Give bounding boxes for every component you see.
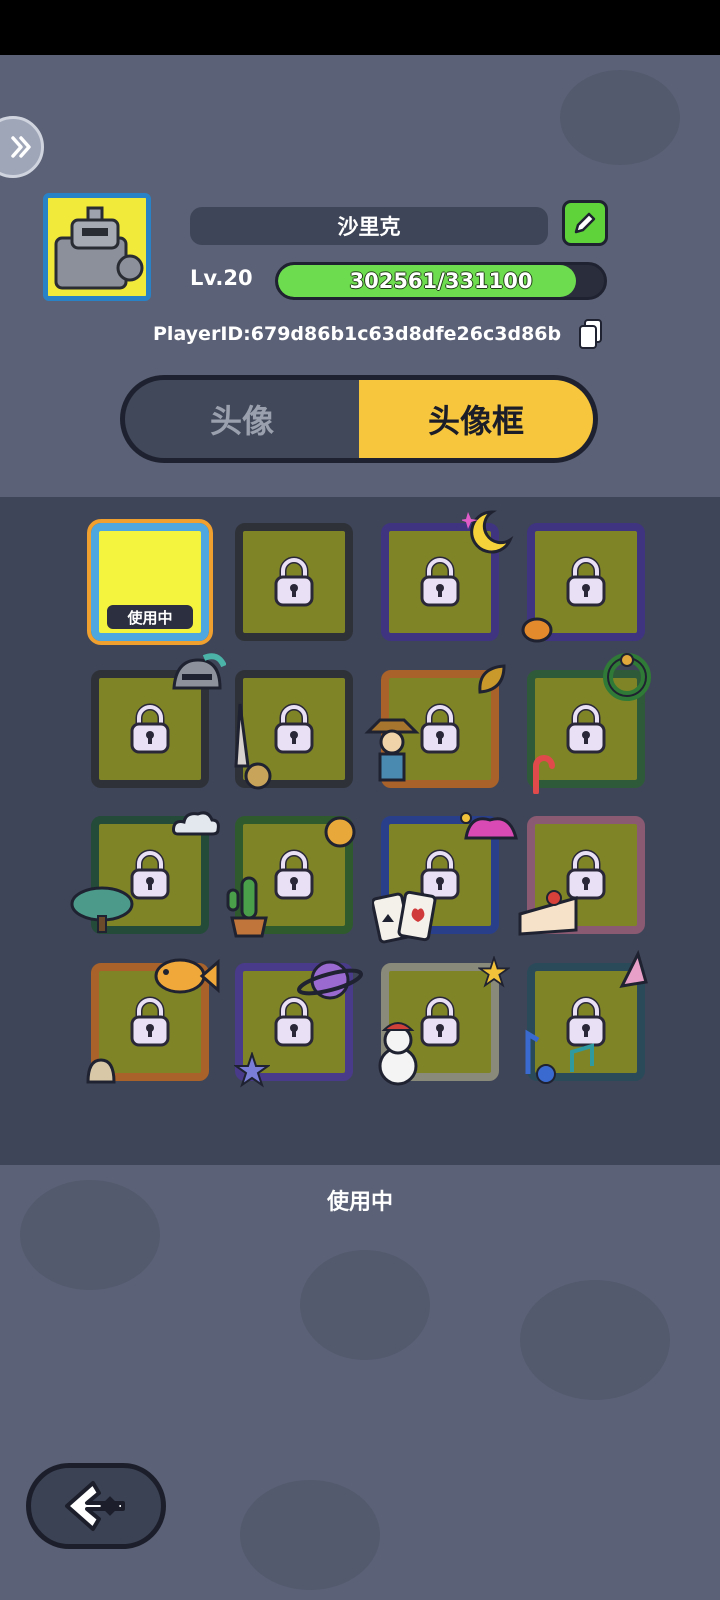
lock-icon [420, 556, 460, 607]
background-decoration [560, 70, 680, 165]
shell-decoration-icon [86, 1058, 116, 1084]
tab-bar: 头像 头像框 [120, 375, 598, 463]
lock-icon [130, 703, 170, 754]
fish-decoration-icon [154, 958, 220, 994]
playing-cards-decoration-icon [372, 890, 437, 944]
star-decoration-icon [234, 1052, 270, 1088]
selection-status-text: 使用中 [326, 1190, 393, 1215]
side-panel-toggle[interactable] [0, 116, 44, 178]
background-decoration [520, 1280, 670, 1400]
double-chevron-icon [11, 136, 31, 158]
party-hat-decoration-icon [619, 950, 648, 988]
lock-icon [566, 703, 606, 754]
frame-default[interactable]: 使用中 [87, 519, 213, 645]
pumpkin-decoration-icon [521, 617, 553, 643]
gold-star-decoration-icon [478, 956, 510, 988]
tab-avatar-frame[interactable]: 头像框 [359, 380, 593, 458]
lock-icon [274, 849, 314, 900]
lock-icon [274, 703, 314, 754]
snowman-decoration-icon [378, 1022, 418, 1086]
wreath-decoration-icon [603, 653, 651, 701]
cloud-decoration-icon [172, 811, 220, 836]
scarecrow-decoration-icon [364, 718, 420, 782]
status-bar [0, 0, 720, 55]
cake-decoration-icon [518, 890, 578, 936]
candy-cane-decoration-icon [533, 755, 555, 794]
background-decoration [240, 1480, 380, 1590]
lock-icon [130, 996, 170, 1047]
in-use-badge: 使用中 [107, 605, 193, 629]
lock-icon [274, 556, 314, 607]
pencil-icon [574, 212, 596, 234]
leaf-decoration-icon [478, 664, 506, 694]
cactus-decoration-icon [226, 876, 268, 938]
planet-decoration-icon [297, 960, 363, 1000]
frame-steel[interactable] [235, 523, 353, 641]
avatar[interactable] [43, 193, 151, 301]
lock-icon [420, 703, 460, 754]
sword-decoration-icon [234, 703, 272, 790]
helmet-decoration-icon [172, 653, 226, 690]
level-label: Lv.20 [190, 266, 253, 290]
player-id: PlayerID:679d86b1c63d8dfe26c3d86b [153, 323, 562, 345]
xp-progress-text: 302561/331100 [349, 269, 533, 293]
copy-icon[interactable] [577, 318, 605, 350]
sun-decoration-icon [324, 816, 356, 848]
robot-avatar-image [48, 198, 146, 296]
back-button[interactable] [26, 1463, 166, 1549]
tab-avatar[interactable]: 头像 [125, 380, 359, 458]
back-arrow-icon [65, 1481, 125, 1531]
background-decoration [300, 1250, 430, 1360]
music-note-decoration-icon [525, 1029, 594, 1084]
lock-icon [566, 556, 606, 607]
moon-decoration-icon [462, 510, 514, 554]
bonsai-decoration-icon [70, 886, 134, 933]
jester-hat-decoration-icon [460, 812, 518, 840]
player-name: 沙里克 [190, 207, 548, 245]
edit-name-button[interactable] [562, 200, 608, 246]
xp-progress-bar: 302561/331100 [275, 262, 607, 300]
